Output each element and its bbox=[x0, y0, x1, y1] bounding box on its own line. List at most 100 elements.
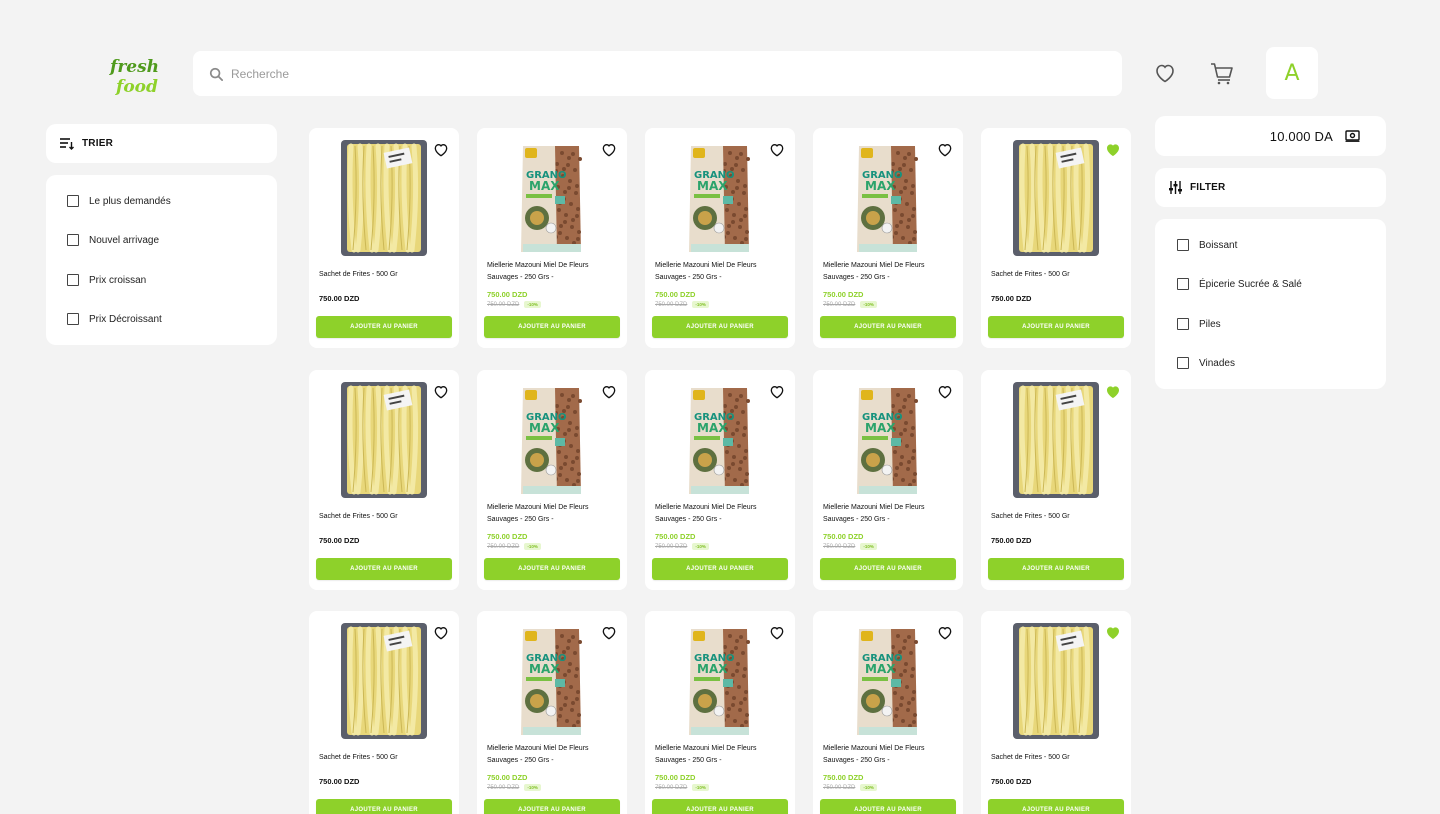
checkbox[interactable] bbox=[1177, 239, 1189, 251]
discount-badge: -10% bbox=[860, 543, 877, 550]
favorite-heart-filled-icon[interactable] bbox=[1105, 142, 1121, 158]
add-to-cart-button[interactable]: AJOUTER AU PANIER bbox=[988, 799, 1124, 814]
product-name[interactable]: Miellerie Mazouni Miel De Fleurs Sauvage… bbox=[823, 743, 953, 767]
favorite-heart-icon[interactable] bbox=[769, 384, 785, 400]
favorite-heart-icon[interactable] bbox=[433, 142, 449, 158]
sort-option-most-requested[interactable]: Le plus demandés bbox=[67, 195, 171, 207]
add-to-cart-button[interactable]: AJOUTER AU PANIER bbox=[820, 799, 956, 814]
svg-text:MAX: MAX bbox=[865, 662, 896, 676]
fresh-food-logo[interactable]: fresh food bbox=[108, 52, 166, 96]
add-to-cart-button[interactable]: AJOUTER AU PANIER bbox=[820, 558, 956, 580]
product-name[interactable]: Miellerie Mazouni Miel De Fleurs Sauvage… bbox=[823, 502, 953, 526]
product-name[interactable]: Miellerie Mazouni Miel De Fleurs Sauvage… bbox=[655, 743, 785, 767]
favorite-heart-icon[interactable] bbox=[601, 142, 617, 158]
sort-option-price-desc[interactable]: Prix Décroissant bbox=[67, 313, 162, 325]
favorite-heart-icon[interactable] bbox=[601, 625, 617, 641]
product-card[interactable]: GRANO MAX Miellerie Mazouni Miel De Fleu… bbox=[813, 611, 963, 814]
search-bar[interactable] bbox=[193, 51, 1122, 96]
product-card[interactable]: GRANO MAX Miellerie Mazouni Miel De Fleu… bbox=[477, 370, 627, 590]
product-name[interactable]: Sachet de Frites - 500 Gr bbox=[319, 752, 449, 764]
add-to-cart-button[interactable]: AJOUTER AU PANIER bbox=[316, 799, 452, 814]
favorite-heart-filled-icon[interactable] bbox=[1105, 625, 1121, 641]
product-name[interactable]: Sachet de Frites - 500 Gr bbox=[991, 269, 1121, 281]
svg-text:MAX: MAX bbox=[697, 662, 728, 676]
product-card[interactable]: Sachet de Frites - 500 Gr 750.00 DZD AJO… bbox=[981, 611, 1131, 814]
add-to-cart-button[interactable]: AJOUTER AU PANIER bbox=[988, 558, 1124, 580]
add-to-cart-button[interactable]: AJOUTER AU PANIER bbox=[652, 316, 788, 338]
product-card[interactable]: Sachet de Frites - 500 Gr 750.00 DZD AJO… bbox=[309, 128, 459, 348]
product-card[interactable]: GRANO MAX Miellerie Mazouni Miel De Fleu… bbox=[645, 128, 795, 348]
favorite-heart-filled-icon[interactable] bbox=[1105, 384, 1121, 400]
favorite-heart-icon[interactable] bbox=[769, 142, 785, 158]
product-name[interactable]: Sachet de Frites - 500 Gr bbox=[319, 269, 449, 281]
sort-option-new-arrival[interactable]: Nouvel arrivage bbox=[67, 234, 159, 246]
product-image bbox=[341, 382, 427, 498]
product-card[interactable]: Sachet de Frites - 500 Gr 750.00 DZD AJO… bbox=[981, 128, 1131, 348]
product-name[interactable]: Sachet de Frites - 500 Gr bbox=[991, 752, 1121, 764]
product-price: 750.00 DZD bbox=[487, 532, 528, 541]
checkbox[interactable] bbox=[67, 274, 79, 286]
filter-option-piles[interactable]: Piles bbox=[1177, 318, 1221, 330]
product-name[interactable]: Sachet de Frites - 500 Gr bbox=[319, 511, 449, 523]
filter-option-boissant[interactable]: Boissant bbox=[1177, 239, 1237, 251]
checkbox[interactable] bbox=[1177, 278, 1189, 290]
add-to-cart-button[interactable]: AJOUTER AU PANIER bbox=[484, 799, 620, 814]
product-name[interactable]: Miellerie Mazouni Miel De Fleurs Sauvage… bbox=[487, 260, 617, 284]
product-card[interactable]: GRANO MAX Miellerie Mazouni Miel De Fleu… bbox=[813, 128, 963, 348]
wishlist-button[interactable] bbox=[1152, 60, 1178, 86]
product-card[interactable]: Sachet de Frites - 500 Gr 750.00 DZD AJO… bbox=[309, 611, 459, 814]
product-card[interactable]: Sachet de Frites - 500 Gr 750.00 DZD AJO… bbox=[981, 370, 1131, 590]
sort-option-price-asc[interactable]: Prix croissan bbox=[67, 274, 146, 286]
add-to-cart-button[interactable]: AJOUTER AU PANIER bbox=[316, 316, 452, 338]
search-input[interactable] bbox=[231, 66, 1091, 81]
favorite-heart-icon[interactable] bbox=[601, 384, 617, 400]
favorite-heart-icon[interactable] bbox=[433, 625, 449, 641]
filter-option-vinades[interactable]: Vinades bbox=[1177, 357, 1235, 369]
favorite-heart-icon[interactable] bbox=[769, 625, 785, 641]
product-card[interactable]: GRANO MAX Miellerie Mazouni Miel De Fleu… bbox=[645, 611, 795, 814]
old-price-row: 750.00 DZD -10% bbox=[487, 301, 541, 308]
product-card[interactable]: GRANO MAX Miellerie Mazouni Miel De Fleu… bbox=[477, 611, 627, 814]
product-card[interactable]: GRANO MAX Miellerie Mazouni Miel De Fleu… bbox=[813, 370, 963, 590]
svg-text:MAX: MAX bbox=[865, 179, 896, 193]
product-card[interactable]: GRANO MAX Miellerie Mazouni Miel De Fleu… bbox=[645, 370, 795, 590]
add-to-cart-button[interactable]: AJOUTER AU PANIER bbox=[988, 316, 1124, 338]
logo-line1: fresh bbox=[109, 57, 159, 77]
product-name[interactable]: Miellerie Mazouni Miel De Fleurs Sauvage… bbox=[823, 260, 953, 284]
checkbox[interactable] bbox=[1177, 318, 1189, 330]
product-name[interactable]: Miellerie Mazouni Miel De Fleurs Sauvage… bbox=[487, 743, 617, 767]
favorite-heart-icon[interactable] bbox=[937, 625, 953, 641]
avatar[interactable]: A bbox=[1266, 47, 1318, 99]
add-to-cart-button[interactable]: AJOUTER AU PANIER bbox=[484, 558, 620, 580]
sort-title: TRIER bbox=[82, 138, 113, 149]
product-price: 750.00 DZD bbox=[991, 294, 1032, 303]
checkbox[interactable] bbox=[67, 234, 79, 246]
checkbox[interactable] bbox=[67, 195, 79, 207]
cart-button[interactable] bbox=[1209, 60, 1235, 86]
add-to-cart-button[interactable]: AJOUTER AU PANIER bbox=[484, 316, 620, 338]
favorite-heart-icon[interactable] bbox=[937, 384, 953, 400]
filter-header[interactable]: FILTER bbox=[1155, 168, 1386, 207]
product-price: 750.00 DZD bbox=[487, 290, 528, 299]
add-to-cart-button[interactable]: AJOUTER AU PANIER bbox=[652, 558, 788, 580]
product-name[interactable]: Miellerie Mazouni Miel De Fleurs Sauvage… bbox=[655, 502, 785, 526]
favorite-heart-icon[interactable] bbox=[937, 142, 953, 158]
product-name[interactable]: Sachet de Frites - 500 Gr bbox=[991, 511, 1121, 523]
product-image: GRANO MAX bbox=[689, 146, 750, 252]
product-card[interactable]: GRANO MAX Miellerie Mazouni Miel De Fleu… bbox=[477, 128, 627, 348]
product-card[interactable]: Sachet de Frites - 500 Gr 750.00 DZD AJO… bbox=[309, 370, 459, 590]
product-price: 750.00 DZD bbox=[487, 773, 528, 782]
favorite-heart-icon[interactable] bbox=[433, 384, 449, 400]
sort-header[interactable]: TRIER bbox=[46, 124, 277, 163]
filter-option-epicerie[interactable]: Épicerie Sucrée & Salé bbox=[1177, 278, 1302, 290]
product-name[interactable]: Miellerie Mazouni Miel De Fleurs Sauvage… bbox=[655, 260, 785, 284]
old-price-row: 750.00 DZD -10% bbox=[823, 301, 877, 308]
product-name[interactable]: Miellerie Mazouni Miel De Fleurs Sauvage… bbox=[487, 502, 617, 526]
add-to-cart-button[interactable]: AJOUTER AU PANIER bbox=[316, 558, 452, 580]
product-price: 750.00 DZD bbox=[823, 532, 864, 541]
checkbox[interactable] bbox=[1177, 357, 1189, 369]
product-image: GRANO MAX bbox=[521, 388, 582, 494]
add-to-cart-button[interactable]: AJOUTER AU PANIER bbox=[820, 316, 956, 338]
add-to-cart-button[interactable]: AJOUTER AU PANIER bbox=[652, 799, 788, 814]
checkbox[interactable] bbox=[67, 313, 79, 325]
